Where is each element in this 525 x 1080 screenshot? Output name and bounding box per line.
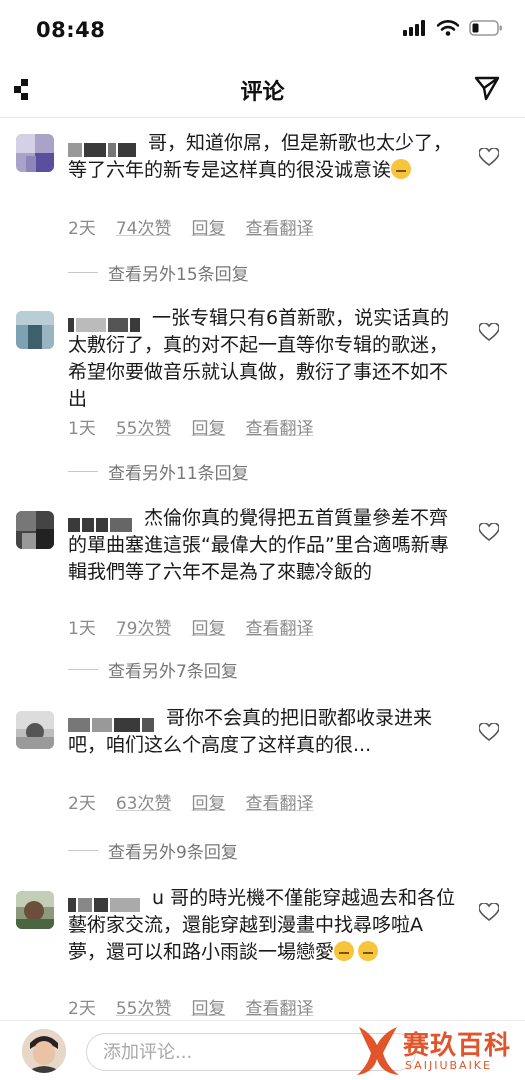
- divider: [68, 669, 98, 670]
- reply-button[interactable]: 回复: [191, 994, 225, 1019]
- comment-time: 2天: [68, 999, 96, 1019]
- watermark-text: 赛玖百科: [403, 1031, 512, 1061]
- status-bar: 08:48: [0, 0, 525, 62]
- comment-item: u 哥的時光機不僅能穿越過去和各位藝術家交流，還能穿越到漫畫中找尋哆啦A夢，還可…: [0, 873, 525, 1023]
- page-title: 评论: [240, 80, 285, 105]
- watermark-subtext: SAIJIUBAIKE: [405, 1059, 492, 1072]
- avatar[interactable]: [16, 311, 54, 349]
- comment-time: 1天: [68, 619, 96, 639]
- tail-logo-icon: [357, 1027, 399, 1075]
- username-redacted: [68, 892, 142, 912]
- rofl-emoji-icon: [358, 941, 379, 961]
- comment-text-block: 哥你不会真的把旧歌都收录进来吧，咱们这么个高度了这样真的很...: [68, 705, 458, 759]
- likes-count[interactable]: 55次赞: [116, 414, 172, 439]
- divider: [68, 272, 98, 273]
- comment-text-block: u 哥的時光機不僅能穿越過去和各位藝術家交流，還能穿越到漫畫中找尋哆啦A夢，還可…: [68, 885, 458, 966]
- view-more-replies[interactable]: 查看另外11条回复: [68, 459, 249, 484]
- comment-text-block: 杰倫你真的覺得把五首質量參差不齊的單曲塞進這張“最偉大的作品”里合適嗎新專輯我們…: [68, 505, 458, 586]
- comment-text-block: 哥，知道你屌，但是新歌也太少了，等了六年的新专是这样真的很没诚意诶: [68, 130, 458, 184]
- likes-count[interactable]: 55次赞: [116, 994, 172, 1019]
- avatar[interactable]: [16, 511, 54, 549]
- likes-count[interactable]: 63次赞: [116, 789, 172, 814]
- username-redacted: [68, 137, 138, 157]
- battery-icon: [469, 20, 502, 36]
- comment-item: 一张专辑只有6首新歌，说实话真的太敷衍了，真的对不起一直等你专辑的歌迷，希望你要…: [0, 293, 525, 493]
- avatar[interactable]: [16, 711, 54, 749]
- share-send-icon[interactable]: [473, 74, 501, 102]
- view-more-replies[interactable]: 查看另外7条回复: [68, 657, 238, 682]
- view-more-replies[interactable]: 查看另外9条回复: [68, 838, 238, 863]
- username-redacted: [68, 312, 142, 332]
- user-photo-icon: [22, 1029, 66, 1073]
- comment-time: 1天: [68, 419, 96, 439]
- more-replies-label: 查看另外7条回复: [108, 662, 238, 682]
- reply-button[interactable]: 回复: [191, 614, 225, 639]
- divider: [68, 850, 98, 851]
- comment-meta: 2天 55次赞 回复 查看翻译: [68, 994, 313, 1019]
- status-time: 08:48: [36, 18, 106, 42]
- comment-meta: 1天 79次赞 回复 查看翻译: [68, 614, 313, 639]
- avatar[interactable]: [16, 134, 54, 172]
- heart-icon[interactable]: [479, 323, 499, 341]
- comment-meta: 2天 74次赞 回复 查看翻译: [68, 214, 313, 239]
- likes-count[interactable]: 74次赞: [116, 214, 172, 239]
- avatar[interactable]: [16, 891, 54, 929]
- translate-button[interactable]: 查看翻译: [245, 789, 313, 814]
- comment-item: 哥，知道你屌，但是新歌也太少了，等了六年的新专是这样真的很没诚意诶 2天 74次…: [0, 118, 525, 293]
- comment-item: 杰倫你真的覺得把五首質量參差不齊的單曲塞進這張“最偉大的作品”里合適嗎新專輯我們…: [0, 493, 525, 693]
- rofl-emoji-icon: [334, 941, 355, 961]
- translate-button[interactable]: 查看翻译: [245, 414, 313, 439]
- heart-icon[interactable]: [479, 723, 499, 741]
- translate-button[interactable]: 查看翻译: [245, 614, 313, 639]
- comment-time: 2天: [68, 219, 96, 239]
- comment-compose-bar: 赛玖百科 SAIJIUBAIKE: [0, 1020, 525, 1080]
- heart-icon[interactable]: [479, 523, 499, 541]
- expressionless-emoji-icon: [391, 159, 412, 179]
- comment-text-block: 一张专辑只有6首新歌，说实话真的太敷衍了，真的对不起一直等你专辑的歌迷，希望你要…: [68, 305, 458, 413]
- heart-icon[interactable]: [479, 903, 499, 921]
- translate-button[interactable]: 查看翻译: [245, 214, 313, 239]
- heart-icon[interactable]: [479, 148, 499, 166]
- reply-button[interactable]: 回复: [191, 214, 225, 239]
- cellular-signal-icon: [403, 20, 425, 36]
- current-user-avatar[interactable]: [22, 1029, 66, 1073]
- watermark-logo: 赛玖百科 SAIJIUBAIKE: [353, 1021, 513, 1080]
- wifi-icon: [437, 20, 459, 36]
- reply-button[interactable]: 回复: [191, 414, 225, 439]
- more-replies-label: 查看另外15条回复: [108, 265, 249, 285]
- reply-button[interactable]: 回复: [191, 789, 225, 814]
- more-replies-label: 查看另外9条回复: [108, 843, 238, 863]
- view-more-replies[interactable]: 查看另外15条回复: [68, 260, 249, 285]
- username-redacted: [68, 712, 156, 732]
- comment-meta: 2天 63次赞 回复 查看翻译: [68, 789, 313, 814]
- comment-meta: 1天 55次赞 回复 查看翻译: [68, 414, 313, 439]
- comment-time: 2天: [68, 794, 96, 814]
- divider: [68, 471, 98, 472]
- translate-button[interactable]: 查看翻译: [245, 994, 313, 1019]
- likes-count[interactable]: 79次赞: [116, 614, 172, 639]
- nav-bar: 评论: [0, 62, 525, 118]
- status-icons: [403, 20, 503, 36]
- username-redacted: [68, 512, 134, 532]
- more-replies-label: 查看另外11条回复: [108, 464, 249, 484]
